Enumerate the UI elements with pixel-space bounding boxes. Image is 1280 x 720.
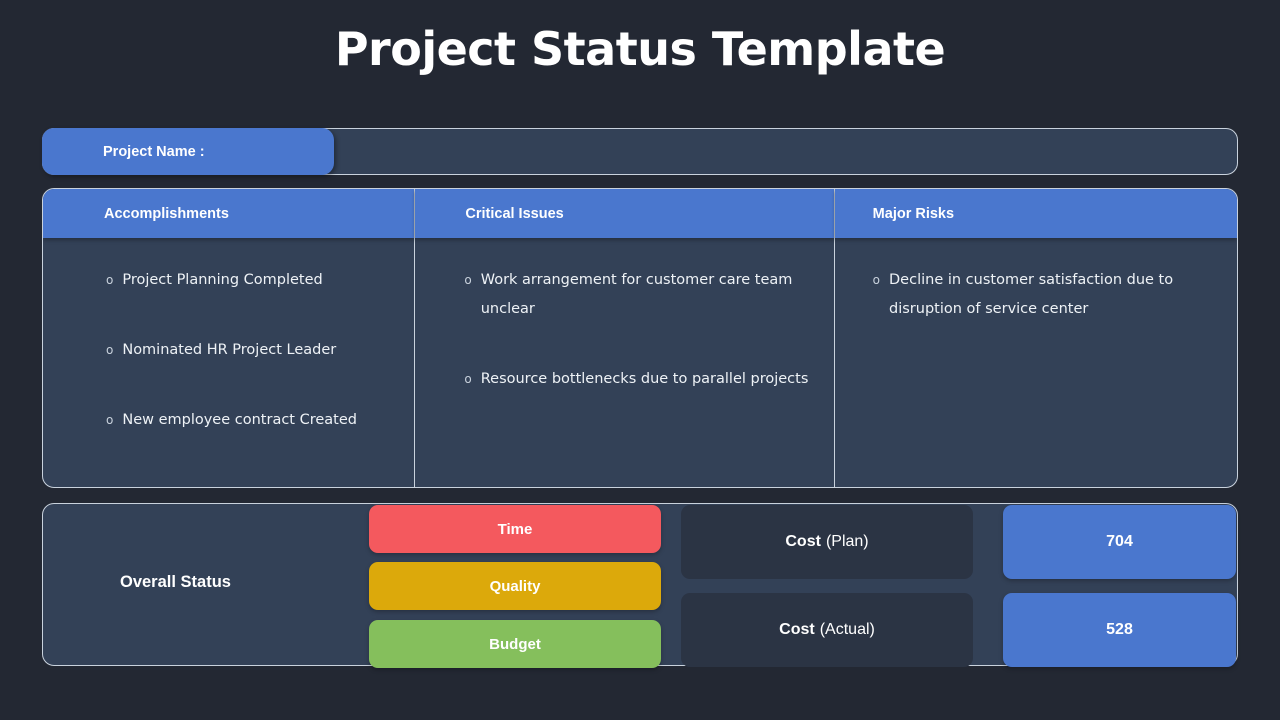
column-header-accomplishments: Accomplishments — [43, 189, 415, 238]
list-item-text: New employee contract Created — [122, 412, 357, 428]
list-item-text: Resource bottlenecks due to parallel pro… — [480, 371, 809, 387]
column-major-risks: Major Risks o Decline in customer satisf… — [834, 189, 1237, 487]
overall-status-label: Overall Status — [120, 573, 231, 591]
page-title: Project Status Template — [334, 22, 946, 76]
bullet-circle-icon: o — [464, 273, 472, 287]
status-chip-quality[interactable]: Quality — [369, 562, 661, 610]
cost-actual-value-box[interactable]: 528 — [1003, 593, 1236, 667]
bullet-list: o Decline in customer satisfaction due t… — [835, 266, 1237, 324]
column-header-critical-issues: Critical Issues — [415, 189, 834, 238]
cost-actual-label-light: (Actual) — [819, 621, 875, 638]
project-name-label-pill: Project Name : — [42, 128, 334, 175]
cost-actual-value: 528 — [1106, 621, 1133, 638]
columns-panel: Accomplishments o Project Planning Compl… — [42, 188, 1238, 488]
column-header-label: Critical Issues — [465, 205, 564, 222]
list-item: o Decline in customer satisfaction due t… — [835, 266, 1237, 324]
cost-actual-label-strong: Cost — [779, 621, 815, 638]
column-body-major-risks: o Decline in customer satisfaction due t… — [835, 238, 1237, 324]
bullet-list: o Work arrangement for customer care tea… — [415, 266, 833, 394]
column-critical-issues: Critical Issues o Work arrangement for c… — [415, 189, 834, 487]
list-item-text: Decline in customer satisfaction due to … — [889, 272, 1174, 317]
cost-actual-label-box: Cost (Actual) — [681, 593, 973, 667]
column-accomplishments: Accomplishments o Project Planning Compl… — [43, 189, 415, 487]
list-item: o New employee contract Created — [43, 406, 414, 435]
column-header-major-risks: Major Risks — [834, 189, 1237, 238]
cost-plan-value-box[interactable]: 704 — [1003, 505, 1236, 579]
project-name-label: Project Name : — [103, 143, 205, 160]
bullet-circle-icon: o — [872, 273, 881, 287]
list-item: o Project Planning Completed — [43, 266, 414, 295]
bullet-circle-icon: o — [106, 343, 114, 357]
column-body-critical-issues: o Work arrangement for customer care tea… — [415, 238, 833, 394]
list-item: o Work arrangement for customer care tea… — [415, 266, 833, 324]
list-item-text: Work arrangement for customer care team … — [480, 272, 793, 317]
status-chip-budget[interactable]: Budget — [369, 620, 661, 668]
list-item-text: Project Planning Completed — [122, 272, 323, 288]
cost-plan-label-strong: Cost — [785, 533, 821, 550]
column-body-accomplishments: o Project Planning Completed o Nominated… — [43, 238, 414, 435]
list-item: o Resource bottlenecks due to parallel p… — [415, 365, 833, 394]
column-header-label: Accomplishments — [104, 205, 229, 222]
list-item: o Nominated HR Project Leader — [43, 336, 414, 365]
bullet-circle-icon: o — [106, 413, 114, 427]
bullet-list: o Project Planning Completed o Nominated… — [43, 266, 414, 435]
column-header-label: Major Risks — [872, 205, 955, 222]
cost-plan-label-light: (Plan) — [825, 533, 869, 550]
status-chip-label: Quality — [489, 577, 541, 595]
bullet-circle-icon: o — [106, 273, 114, 287]
status-chip-label: Budget — [489, 635, 541, 653]
cost-plan-value: 704 — [1106, 533, 1133, 550]
bullet-circle-icon: o — [464, 372, 472, 386]
list-item-text: Nominated HR Project Leader — [122, 342, 337, 358]
status-chip-label: Time — [497, 520, 533, 538]
status-chip-time[interactable]: Time — [369, 505, 661, 553]
cost-plan-label-box: Cost (Plan) — [681, 505, 973, 579]
